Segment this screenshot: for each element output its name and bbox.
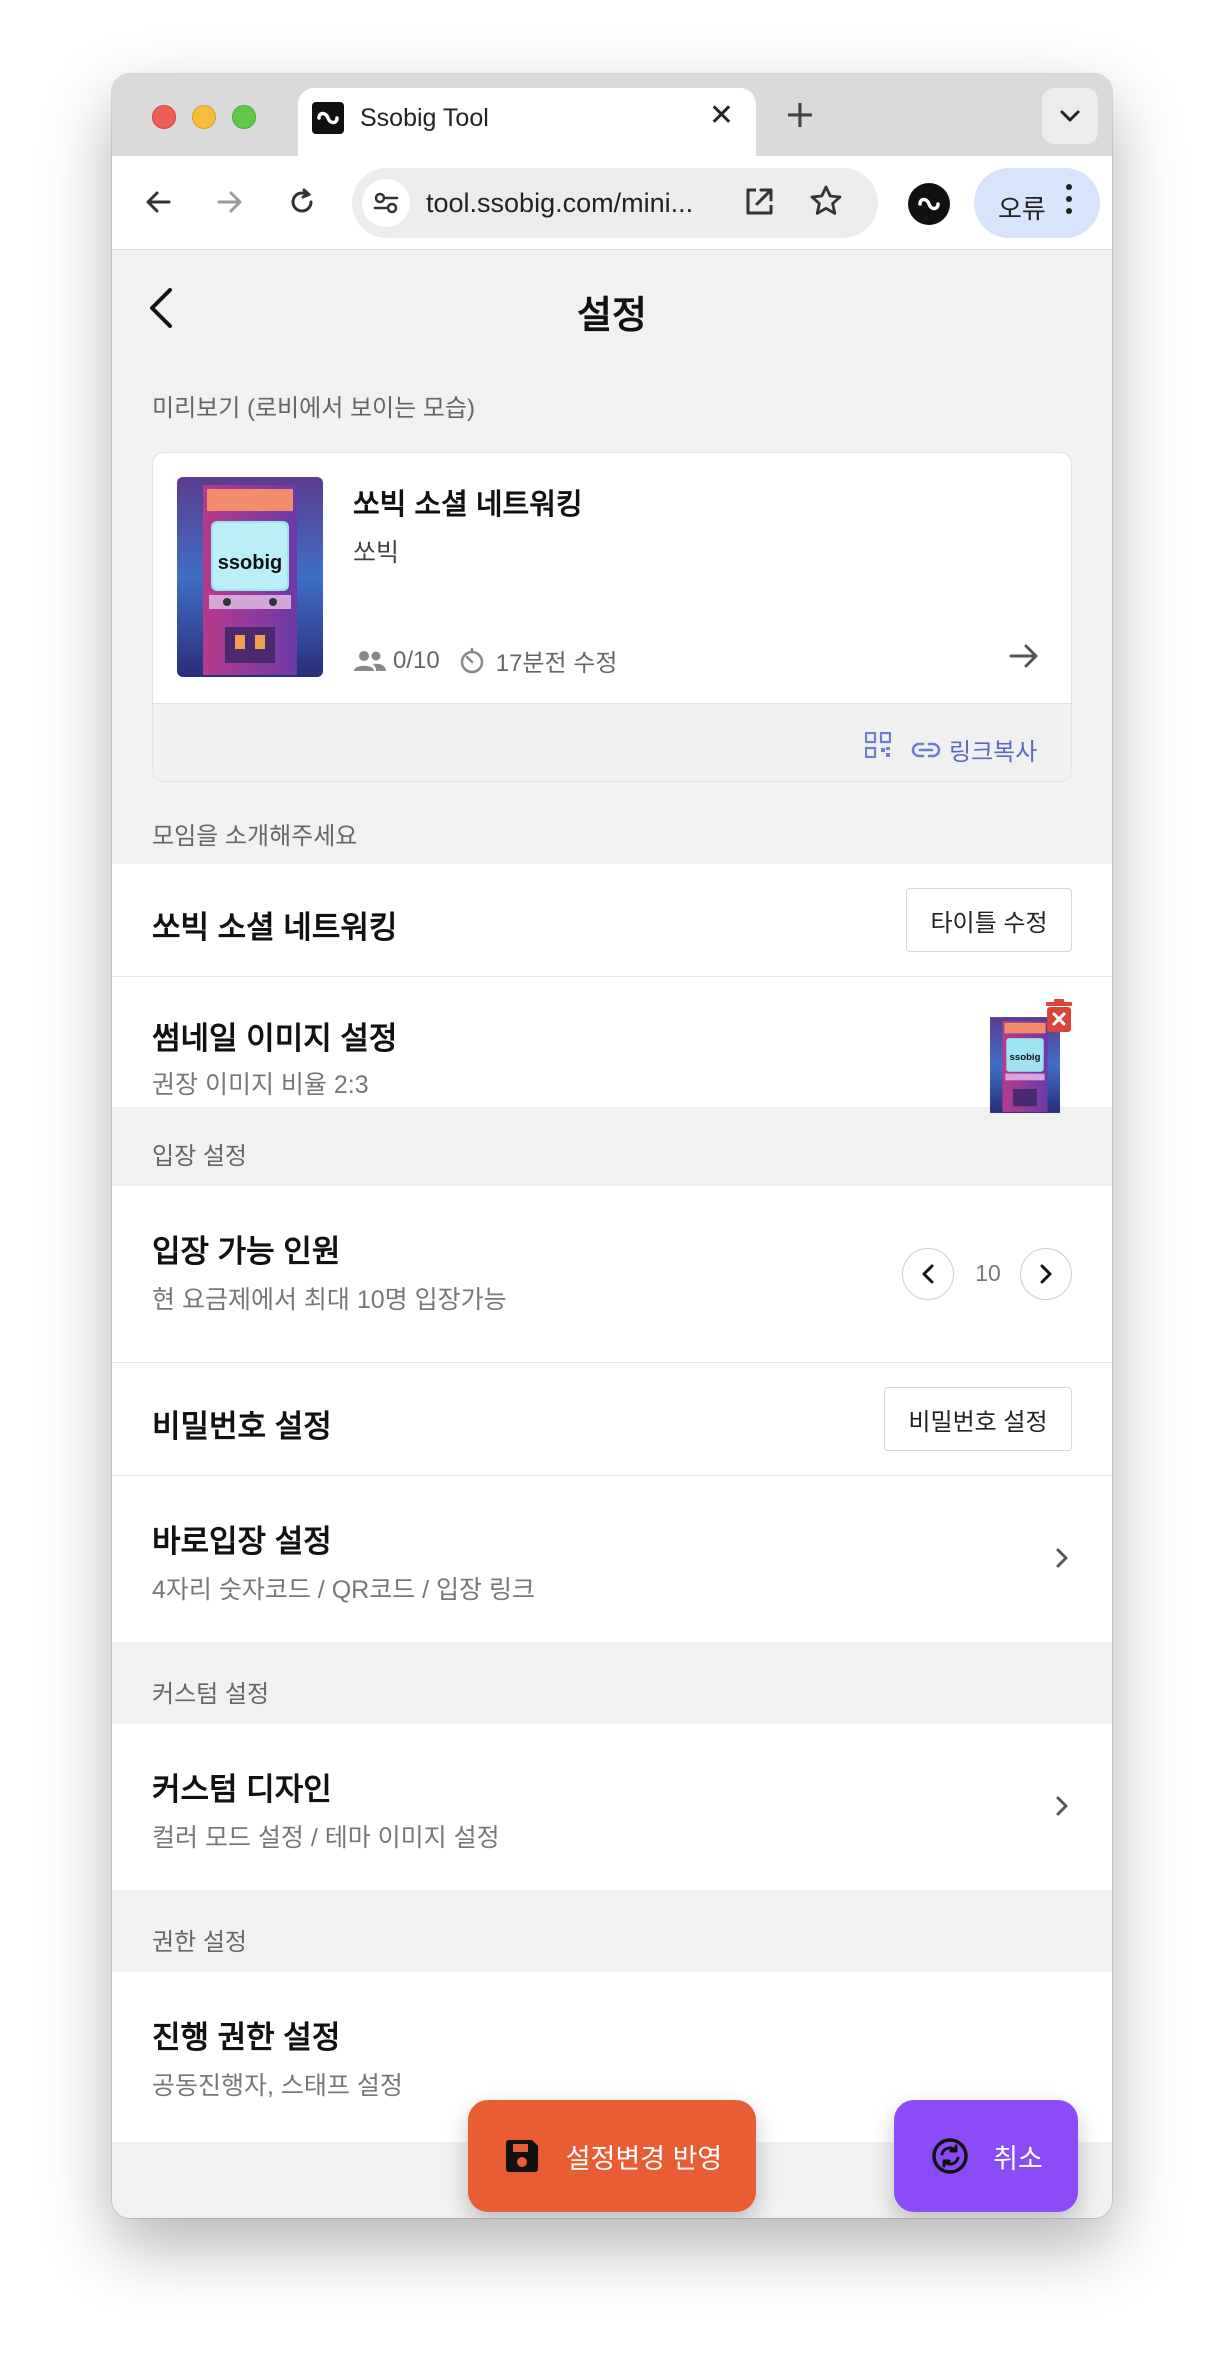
copy-link-label: 링크복사 <box>949 739 1038 766</box>
increase-button[interactable] <box>1020 1248 1072 1300</box>
page-header: 설정 <box>112 250 1112 360</box>
participants-count: 0/10 <box>393 646 440 674</box>
password-setting-button[interactable]: 비밀번호 설정 <box>884 1387 1072 1451</box>
thumbnail-row: 썸네일 이미지 설정 권장 이미지 비율 2:3 ssobig <box>112 977 1112 1113</box>
permission-title: 진행 권한 설정 <box>152 2020 341 2055</box>
permission-section-label: 권한 설정 <box>152 1929 247 1956</box>
more-vertical-icon <box>1066 184 1074 220</box>
browser-toolbar: tool.ssobig.com/mini... 오류 <box>112 156 1112 250</box>
timer-icon <box>460 647 483 673</box>
back-nav-button[interactable] <box>138 182 178 222</box>
profile-avatar-icon[interactable] <box>908 183 950 225</box>
meeting-title-value: 쏘빅 소셜 네트워킹 <box>152 910 398 945</box>
forward-nav-button[interactable] <box>210 182 250 222</box>
address-bar[interactable]: tool.ssobig.com/mini... <box>352 168 878 238</box>
save-icon <box>505 2140 538 2172</box>
custom-design-sub: 컬러 모드 설정 / 테마 이미지 설정 <box>152 1824 500 1852</box>
site-settings-icon[interactable] <box>362 179 410 227</box>
tab-title: Ssobig Tool <box>360 104 489 132</box>
chevron-right-icon <box>1054 1794 1070 1823</box>
capacity-title: 입장 가능 인원 <box>152 1234 341 1269</box>
thumbnail-setting-title: 썸네일 이미지 설정 <box>152 1021 398 1056</box>
cancel-label: 취소 <box>993 2143 1043 2174</box>
delete-thumbnail-icon[interactable] <box>1044 999 1074 1033</box>
permission-sub: 공동진행자, 스태프 설정 <box>152 2072 403 2100</box>
reload-button[interactable] <box>282 182 322 222</box>
people-icon <box>354 650 386 671</box>
sync-cancel-icon <box>932 2138 968 2174</box>
thumb-logo-text-small: ssobig <box>1010 1052 1041 1063</box>
maximize-window-button[interactable] <box>232 105 256 129</box>
preview-thumbnail: ssobig <box>177 477 323 677</box>
intro-section-label: 모임을 소개해주세요 <box>152 823 358 850</box>
close-window-button[interactable] <box>152 105 176 129</box>
custom-section-label: 커스텀 설정 <box>152 1681 270 1708</box>
preview-section-label: 미리보기 (로비에서 보이는 모습) <box>152 395 476 422</box>
page-title: 설정 <box>577 295 647 337</box>
link-icon <box>911 742 941 757</box>
edit-title-button[interactable]: 타이틀 수정 <box>906 888 1072 952</box>
capacity-sub: 현 요금제에서 최대 10명 입장가능 <box>152 1286 507 1314</box>
browser-window: Ssobig Tool ✕ + tool.ssobig.com/mini... <box>112 74 1112 2218</box>
preview-meta: 0/10 17분전 수정 <box>353 643 617 678</box>
password-title: 비밀번호 설정 <box>152 1409 332 1444</box>
new-tab-button[interactable]: + <box>784 92 816 136</box>
settings-page: 설정 미리보기 (로비에서 보이는 모습) ssobig 쏘빅 소셜 네트워킹 … <box>112 250 1112 2218</box>
thumbnail-setting-sub: 권장 이미지 비율 2:3 <box>152 1071 369 1099</box>
title-row: 쏘빅 소셜 네트워킹 타이틀 수정 <box>112 864 1112 976</box>
thumb-logo-text: ssobig <box>218 552 282 574</box>
chevron-left-icon <box>922 1264 934 1284</box>
preview-card[interactable]: ssobig 쏘빅 소셜 네트워킹 쏘빅 0/10 17분전 수정 링크복사 <box>152 452 1072 782</box>
preview-title: 쏘빅 소셜 네트워킹 <box>353 489 583 521</box>
arrow-right-icon <box>217 191 242 213</box>
capacity-value: 10 <box>975 1260 1001 1286</box>
chevron-right-icon <box>1040 1264 1052 1284</box>
edited-time: 17분전 수정 <box>495 650 618 677</box>
quick-entry-sub: 4자리 숫자코드 / QR코드 / 입장 링크 <box>152 1576 535 1604</box>
capacity-row: 입장 가능 인원 현 요금제에서 최대 10명 입장가능 10 <box>112 1186 1112 1362</box>
tab-close-icon[interactable]: ✕ <box>709 98 734 133</box>
chevron-right-icon <box>1054 1546 1070 1575</box>
browser-titlebar: Ssobig Tool ✕ + <box>112 74 1112 156</box>
ssobig-favicon-icon <box>312 102 344 134</box>
custom-design-row[interactable]: 커스텀 디자인 컬러 모드 설정 / 테마 이미지 설정 <box>112 1724 1112 1890</box>
preview-card-footer: 링크복사 <box>153 703 1071 781</box>
tab-search-button[interactable] <box>1042 88 1098 144</box>
password-row: 비밀번호 설정 비밀번호 설정 <box>112 1363 1112 1475</box>
quick-entry-row[interactable]: 바로입장 설정 4자리 숫자코드 / QR코드 / 입장 링크 <box>112 1476 1112 1642</box>
bookmark-star-icon[interactable] <box>808 183 844 224</box>
chevron-down-icon <box>1060 110 1080 122</box>
browser-tab[interactable]: Ssobig Tool ✕ <box>298 88 756 156</box>
error-menu-button[interactable]: 오류 <box>974 168 1100 238</box>
entry-section-label: 입장 설정 <box>152 1143 247 1170</box>
custom-design-title: 커스텀 디자인 <box>152 1772 332 1807</box>
error-label: 오류 <box>998 194 1046 224</box>
minimize-window-button[interactable] <box>192 105 216 129</box>
save-changes-button[interactable]: 설정변경 반영 <box>468 2100 756 2212</box>
reload-icon <box>291 188 313 213</box>
quick-entry-title: 바로입장 설정 <box>152 1524 332 1559</box>
open-external-icon[interactable] <box>742 185 776 224</box>
copy-link-button[interactable]: 링크복사 <box>911 732 1037 767</box>
decrease-button[interactable] <box>902 1248 954 1300</box>
url-text[interactable]: tool.ssobig.com/mini... <box>426 188 693 219</box>
cancel-button[interactable]: 취소 <box>894 2100 1078 2212</box>
preview-host: 쏘빅 <box>353 539 400 567</box>
save-changes-label: 설정변경 반영 <box>565 2143 723 2174</box>
qr-code-icon[interactable] <box>864 731 892 763</box>
arrow-right-icon[interactable] <box>1007 639 1041 678</box>
arrow-left-icon <box>146 191 171 213</box>
